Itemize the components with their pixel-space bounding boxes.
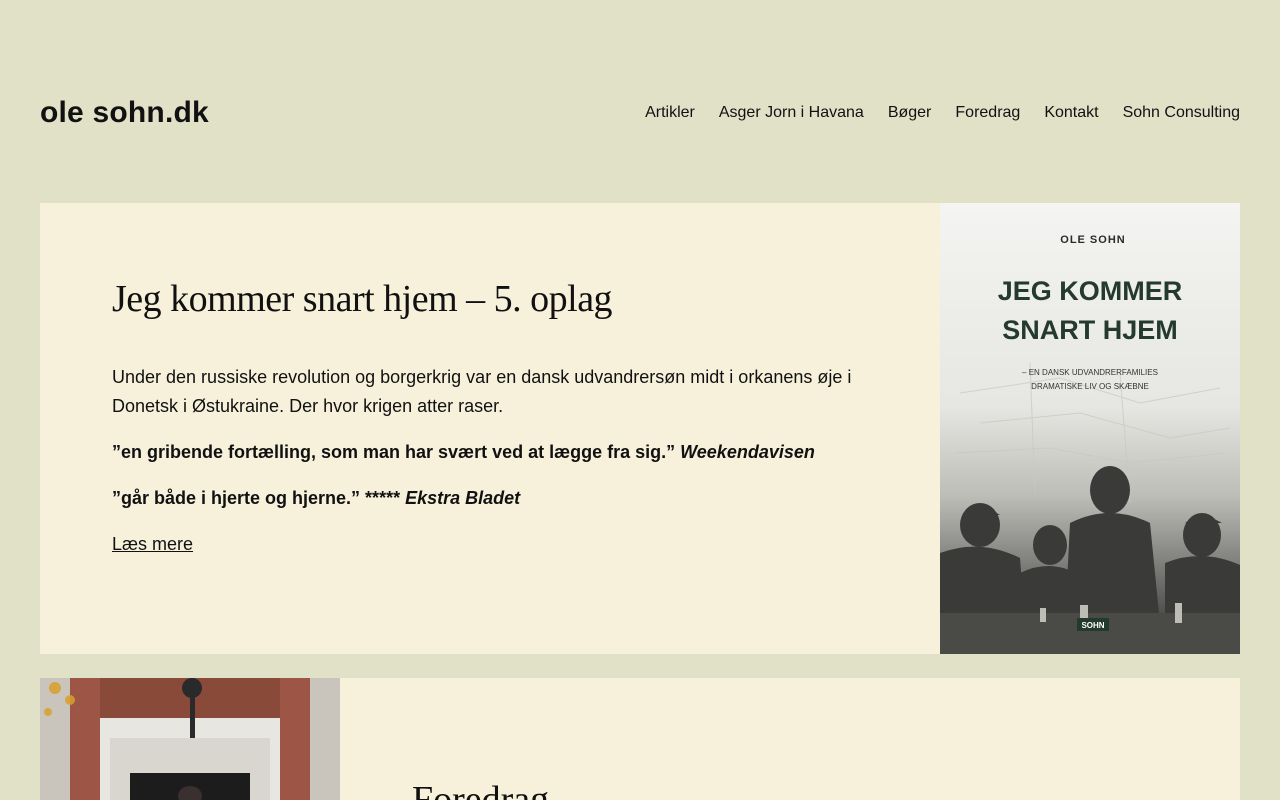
nav-item-foredrag[interactable]: Foredrag xyxy=(955,104,1020,122)
quote-text: ”en gribende fortælling, som man har svæ… xyxy=(112,442,681,462)
post-title[interactable]: Jeg kommer snart hjem – 5. oplag xyxy=(112,277,613,321)
nav-item-kontakt[interactable]: Kontakt xyxy=(1044,104,1098,122)
nav-item-asger-jorn-i-havana[interactable]: Asger Jorn i Havana xyxy=(719,104,864,122)
post-card: Foredrag xyxy=(340,678,1240,800)
post-card: Jeg kommer snart hjem – 5. oplag Under d… xyxy=(40,203,940,654)
site-title[interactable]: ole sohn.dk xyxy=(40,96,209,130)
cover-publisher: SOHN xyxy=(1081,621,1104,630)
cover-title-line1: JEG KOMMER xyxy=(998,276,1183,306)
review-quote: ”går både i hjerte og hjerne.” ***** Eks… xyxy=(112,484,872,513)
cover-subtitle-line2: DRAMATISKE LIV OG SKÆBNE xyxy=(1031,382,1149,391)
quote-source: Weekendavisen xyxy=(680,442,815,462)
nav-item-artikler[interactable]: Artikler xyxy=(645,104,695,122)
quote-text: ”går både i hjerte og hjerne.” ***** xyxy=(112,488,406,508)
post-intro: Under den russiske revolution og borgerk… xyxy=(112,367,852,416)
post-title[interactable]: Foredrag xyxy=(412,778,549,800)
nav-item-boger[interactable]: Bøger xyxy=(888,104,932,122)
cover-author: OLE SOHN xyxy=(1060,234,1125,246)
cover-subtitle-line1: – EN DANSK UDVANDRERFAMILIES xyxy=(1022,368,1158,377)
book-cover-image[interactable]: OLE SOHN JEG KOMMER SNART HJEM – EN DANS… xyxy=(940,203,1240,654)
post-excerpt: Under den russiske revolution og borgerk… xyxy=(112,363,872,576)
primary-nav: Artikler Asger Jorn i Havana Bøger Fored… xyxy=(645,104,1240,122)
cover-title-line2: SNART HJEM xyxy=(1002,315,1178,345)
nav-item-sohn-consulting[interactable]: Sohn Consulting xyxy=(1123,104,1240,122)
read-more-link[interactable]: Læs mere xyxy=(112,534,193,554)
speaker-photo[interactable] xyxy=(40,678,340,800)
review-quote: ”en gribende fortælling, som man har svæ… xyxy=(112,438,872,467)
quote-source: Ekstra Bladet xyxy=(405,488,521,508)
